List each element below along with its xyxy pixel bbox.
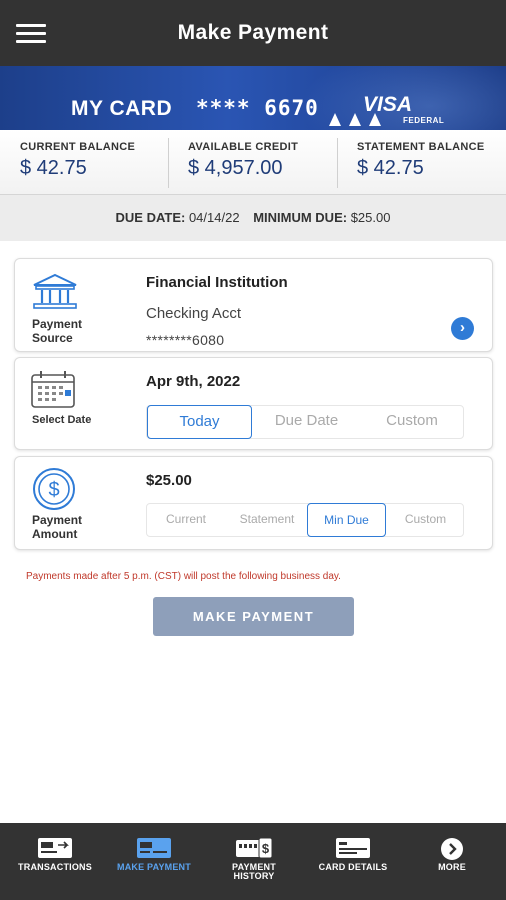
- make-payment-button[interactable]: MAKE PAYMENT: [153, 597, 354, 636]
- card-decoration: [329, 113, 341, 126]
- available-credit-label: AVAILABLE CREDIT: [188, 141, 299, 153]
- dollar-coin-icon: $: [32, 467, 76, 516]
- select-date-card: Select Date Apr 9th, 2022 Today Due Date…: [14, 357, 493, 450]
- calendar-icon: [30, 369, 76, 414]
- payment-amount-value: $25.00: [146, 472, 192, 489]
- svg-text:$: $: [262, 841, 270, 856]
- date-option-custom[interactable]: Custom: [359, 405, 465, 439]
- available-credit-value: $ 4,957.00: [188, 157, 283, 179]
- nav-more[interactable]: MORE: [402, 823, 502, 900]
- nav-payment-history-label: PAYMENT HISTORY: [232, 862, 276, 881]
- payment-history-icon: $: [235, 837, 273, 864]
- minimum-due-label: MINIMUM DUE:: [253, 210, 348, 225]
- nav-transactions[interactable]: TRANSACTIONS: [5, 823, 105, 900]
- account-number: ********6080: [146, 332, 225, 348]
- card-banner: MY CARD **** 6670 VISA FEDERAL: [0, 66, 506, 130]
- nav-transactions-label: TRANSACTIONS: [18, 862, 92, 872]
- payment-amount-card: $ Payment Amount $25.00 Current Statemen…: [14, 456, 493, 550]
- payment-source-card[interactable]: Payment Source Financial Institution Che…: [14, 258, 493, 352]
- make-payment-icon: [136, 837, 172, 864]
- nav-card-details[interactable]: CARD DETAILS: [303, 823, 403, 900]
- chevron-right-icon[interactable]: ›: [451, 317, 474, 340]
- statement-balance-value: $ 42.75: [357, 157, 424, 179]
- balance-summary: CURRENT BALANCE $ 42.75 AVAILABLE CREDIT…: [0, 130, 506, 195]
- due-info-bar: DUE DATE: 04/14/22 MINIMUM DUE: $25.00: [0, 195, 506, 241]
- svg-text:$: $: [48, 479, 59, 501]
- nav-more-label: MORE: [438, 862, 466, 872]
- card-masked-number: **** 6670: [196, 96, 319, 120]
- amount-options: Current Statement Min Due Custom: [146, 503, 464, 537]
- card-decoration: [369, 113, 381, 126]
- due-date-label: DUE DATE:: [115, 210, 186, 225]
- visa-federal-label: FEDERAL: [403, 116, 445, 125]
- amount-option-statement[interactable]: Statement: [227, 503, 307, 537]
- current-balance-label: CURRENT BALANCE: [20, 141, 136, 153]
- date-options: Today Due Date Custom: [146, 405, 464, 439]
- select-date-label: Select Date: [32, 414, 92, 426]
- payment-source-label: Payment Source: [32, 317, 83, 345]
- bank-icon: [30, 273, 80, 316]
- divider: [168, 138, 169, 188]
- nav-make-payment[interactable]: MAKE PAYMENT: [104, 823, 204, 900]
- statement-balance-label: STATEMENT BALANCE: [357, 141, 485, 153]
- amount-option-min-due[interactable]: Min Due: [307, 503, 386, 537]
- amount-option-custom[interactable]: Custom: [386, 503, 465, 537]
- payment-cutoff-notice: Payments made after 5 p.m. (CST) will po…: [26, 571, 341, 582]
- card-label: MY CARD: [71, 97, 173, 120]
- card-decoration: [349, 113, 361, 126]
- due-date-value: 04/14/22: [188, 210, 240, 225]
- nav-make-payment-label: MAKE PAYMENT: [117, 862, 191, 872]
- card-details-icon: [335, 837, 371, 864]
- top-bar: Make Payment: [0, 0, 506, 66]
- institution-name: Financial Institution: [146, 274, 288, 291]
- amount-option-current[interactable]: Current: [147, 503, 225, 537]
- nav-card-details-label: CARD DETAILS: [318, 862, 388, 872]
- divider: [337, 138, 338, 188]
- nav-payment-history[interactable]: $ PAYMENT HISTORY: [204, 823, 304, 900]
- minimum-due-value: $25.00: [350, 210, 391, 225]
- account-type: Checking Acct: [146, 305, 242, 322]
- date-option-today[interactable]: Today: [147, 405, 252, 439]
- page-title: Make Payment: [177, 21, 329, 44]
- current-balance-value: $ 42.75: [20, 157, 87, 179]
- bottom-navigation: TRANSACTIONS MAKE PAYMENT $ PAYMENT HIST…: [0, 823, 506, 900]
- selected-date: Apr 9th, 2022: [146, 373, 241, 390]
- payment-amount-label: Payment Amount: [32, 513, 83, 541]
- transactions-icon: [37, 837, 73, 864]
- date-option-due-date[interactable]: Due Date: [254, 405, 359, 439]
